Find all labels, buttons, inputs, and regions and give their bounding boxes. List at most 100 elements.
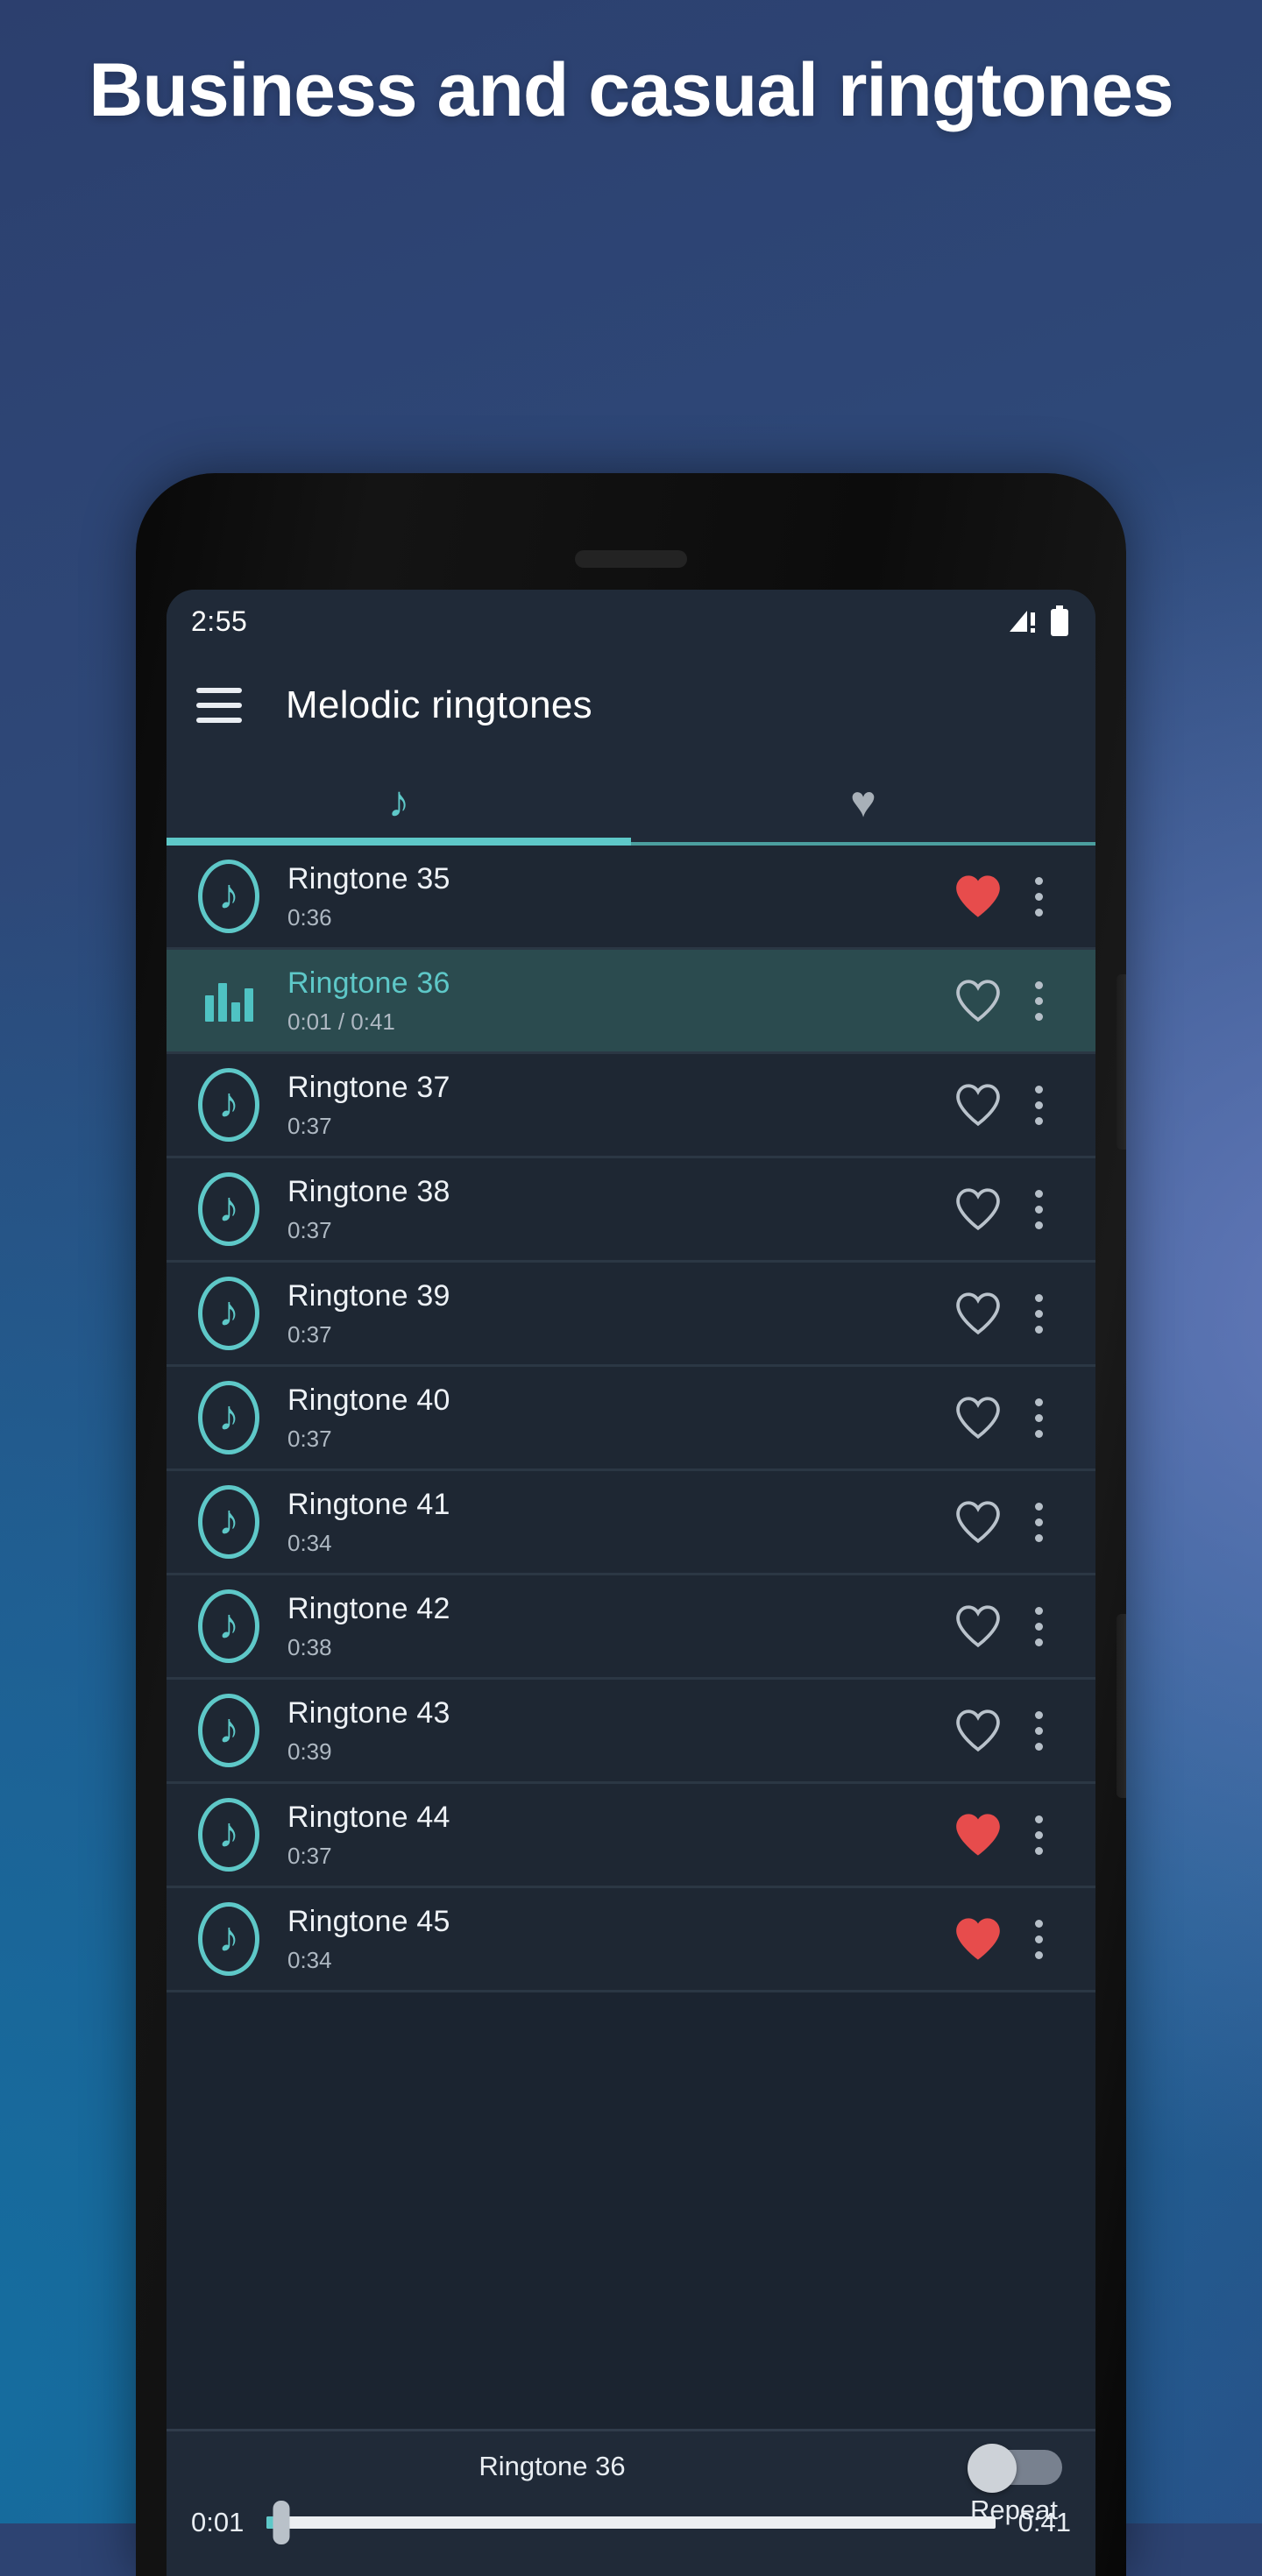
player-seek-bar[interactable] bbox=[266, 2501, 996, 2544]
heart-outline-icon[interactable] bbox=[945, 1708, 1011, 1753]
heart-outline-icon[interactable] bbox=[945, 1395, 1011, 1440]
repeat-label: Repeat bbox=[970, 2495, 1058, 2525]
battery-full-icon bbox=[1051, 605, 1068, 636]
overflow-menu-icon[interactable] bbox=[1011, 1085, 1066, 1125]
tab-active-indicator bbox=[167, 838, 631, 846]
ringtone-text: Ringtone 42 0:38 bbox=[287, 1592, 945, 1661]
ringtone-text: Ringtone 45 0:34 bbox=[287, 1905, 945, 1974]
promo-headline: Business and casual ringtones bbox=[89, 48, 1173, 132]
ringtone-row[interactable]: ♪ Ringtone 40 0:37 bbox=[167, 1367, 1095, 1471]
page-title: Melodic ringtones bbox=[286, 683, 592, 726]
music-disc-icon: ♪ bbox=[191, 1068, 266, 1142]
heart-outline-icon[interactable] bbox=[945, 978, 1011, 1023]
overflow-menu-icon[interactable] bbox=[1011, 980, 1066, 1021]
ringtone-text: Ringtone 36 0:01 / 0:41 bbox=[287, 966, 945, 1036]
music-disc-icon: ♪ bbox=[191, 1172, 266, 1246]
player-controls: 0:01 0:41 bbox=[191, 2501, 1071, 2544]
ringtone-title: Ringtone 42 bbox=[287, 1591, 450, 1625]
heart-filled-icon[interactable] bbox=[945, 874, 1011, 919]
ringtone-row[interactable]: ♪ Ringtone 38 0:37 bbox=[167, 1158, 1095, 1263]
music-disc-icon: ♪ bbox=[191, 1381, 266, 1454]
ringtone-duration: 0:37 bbox=[287, 1425, 332, 1452]
seek-thumb[interactable] bbox=[273, 2501, 290, 2544]
ringtone-row[interactable]: Ringtone 36 0:01 / 0:41 bbox=[167, 950, 1095, 1054]
ringtone-duration: 0:37 bbox=[287, 1320, 332, 1348]
ringtone-duration: 0:39 bbox=[287, 1737, 332, 1765]
ringtone-duration: 0:36 bbox=[287, 903, 332, 931]
ringtone-duration: 0:37 bbox=[287, 1112, 332, 1139]
phone-device-frame: 2:55 Melodic ringtones ♪ ♥ ♪ Ringtone 35… bbox=[136, 473, 1126, 2576]
heart-filled-icon: ♥ bbox=[850, 777, 876, 826]
ringtone-text: Ringtone 44 0:37 bbox=[287, 1801, 945, 1870]
heart-outline-icon[interactable] bbox=[945, 1186, 1011, 1232]
ringtone-list[interactable]: ♪ Ringtone 35 0:36 Ringtone 36 0:01 / 0:41 ♪ R… bbox=[167, 846, 1095, 2429]
ringtone-row[interactable]: ♪ Ringtone 35 0:36 bbox=[167, 846, 1095, 950]
tab-favorites[interactable]: ♥ bbox=[631, 758, 1095, 846]
status-icons bbox=[1008, 605, 1069, 637]
ringtone-title: Ringtone 37 bbox=[287, 1070, 450, 1104]
overflow-menu-icon[interactable] bbox=[1011, 1502, 1066, 1542]
repeat-toggle[interactable] bbox=[966, 2442, 1062, 2493]
music-disc-icon: ♪ bbox=[191, 1798, 266, 1872]
ringtone-duration: 0:38 bbox=[287, 1633, 332, 1660]
ringtone-title: Ringtone 43 bbox=[287, 1695, 450, 1730]
tab-all-ringtones[interactable]: ♪ bbox=[167, 758, 631, 846]
overflow-menu-icon[interactable] bbox=[1011, 1919, 1066, 1959]
heart-filled-icon[interactable] bbox=[945, 1916, 1011, 1962]
ringtone-row[interactable]: ♪ Ringtone 41 0:34 bbox=[167, 1471, 1095, 1575]
music-disc-icon: ♪ bbox=[191, 1485, 266, 1559]
music-note-icon: ♪ bbox=[387, 777, 410, 826]
tab-bar: ♪ ♥ bbox=[167, 758, 1095, 846]
overflow-menu-icon[interactable] bbox=[1011, 1398, 1066, 1438]
earpiece-speaker bbox=[575, 550, 687, 568]
equalizer-playing-icon bbox=[191, 980, 266, 1022]
ringtone-title: Ringtone 38 bbox=[287, 1174, 450, 1208]
ringtone-text: Ringtone 41 0:34 bbox=[287, 1488, 945, 1557]
ringtone-duration: 0:34 bbox=[287, 1946, 332, 1973]
heart-outline-icon[interactable] bbox=[945, 1082, 1011, 1128]
heart-outline-icon[interactable] bbox=[945, 1499, 1011, 1545]
overflow-menu-icon[interactable] bbox=[1011, 1189, 1066, 1229]
overflow-menu-icon[interactable] bbox=[1011, 1710, 1066, 1751]
ringtone-text: Ringtone 35 0:36 bbox=[287, 862, 945, 931]
ringtone-title: Ringtone 36 bbox=[287, 966, 450, 1000]
toggle-knob bbox=[968, 2444, 1017, 2493]
music-disc-icon: ♪ bbox=[191, 1277, 266, 1350]
player-bar: Ringtone 36 0:01 0:41 Repeat bbox=[167, 2429, 1095, 2576]
overflow-menu-icon[interactable] bbox=[1011, 1606, 1066, 1646]
ringtone-row[interactable]: ♪ Ringtone 43 0:39 bbox=[167, 1680, 1095, 1784]
heart-outline-icon[interactable] bbox=[945, 1291, 1011, 1336]
ringtone-row[interactable]: ♪ Ringtone 45 0:34 bbox=[167, 1888, 1095, 1992]
ringtone-text: Ringtone 43 0:39 bbox=[287, 1696, 945, 1766]
phone-screen: 2:55 Melodic ringtones ♪ ♥ ♪ Ringtone 35… bbox=[167, 590, 1095, 2576]
ringtone-text: Ringtone 39 0:37 bbox=[287, 1279, 945, 1348]
overflow-menu-icon[interactable] bbox=[1011, 1815, 1066, 1855]
ringtone-title: Ringtone 40 bbox=[287, 1383, 450, 1417]
player-current-time: 0:01 bbox=[191, 2507, 245, 2537]
app-bar: Melodic ringtones bbox=[167, 653, 1095, 758]
hamburger-menu-icon[interactable] bbox=[196, 688, 242, 723]
ringtone-duration: 0:37 bbox=[287, 1842, 332, 1869]
ringtone-title: Ringtone 45 bbox=[287, 1904, 450, 1938]
music-disc-icon: ♪ bbox=[191, 860, 266, 933]
overflow-menu-icon[interactable] bbox=[1011, 876, 1066, 916]
ringtone-row[interactable]: ♪ Ringtone 39 0:37 bbox=[167, 1263, 1095, 1367]
ringtone-row[interactable]: ♪ Ringtone 42 0:38 bbox=[167, 1575, 1095, 1680]
heart-filled-icon[interactable] bbox=[945, 1812, 1011, 1858]
ringtone-duration: 0:34 bbox=[287, 1529, 332, 1556]
status-bar: 2:55 bbox=[167, 590, 1095, 653]
seek-track bbox=[266, 2516, 996, 2529]
ringtone-duration: 0:37 bbox=[287, 1216, 332, 1243]
heart-outline-icon[interactable] bbox=[945, 1603, 1011, 1649]
music-disc-icon: ♪ bbox=[191, 1589, 266, 1663]
ringtone-row[interactable]: ♪ Ringtone 44 0:37 bbox=[167, 1784, 1095, 1888]
power-button[interactable] bbox=[1117, 1614, 1126, 1798]
volume-button[interactable] bbox=[1117, 974, 1126, 1150]
ringtone-text: Ringtone 38 0:37 bbox=[287, 1175, 945, 1244]
ringtone-duration: 0:01 / 0:41 bbox=[287, 1008, 395, 1035]
ringtone-row[interactable]: ♪ Ringtone 37 0:37 bbox=[167, 1054, 1095, 1158]
music-disc-icon: ♪ bbox=[191, 1694, 266, 1767]
ringtone-title: Ringtone 39 bbox=[287, 1278, 450, 1313]
ringtone-title: Ringtone 41 bbox=[287, 1487, 450, 1521]
overflow-menu-icon[interactable] bbox=[1011, 1293, 1066, 1334]
